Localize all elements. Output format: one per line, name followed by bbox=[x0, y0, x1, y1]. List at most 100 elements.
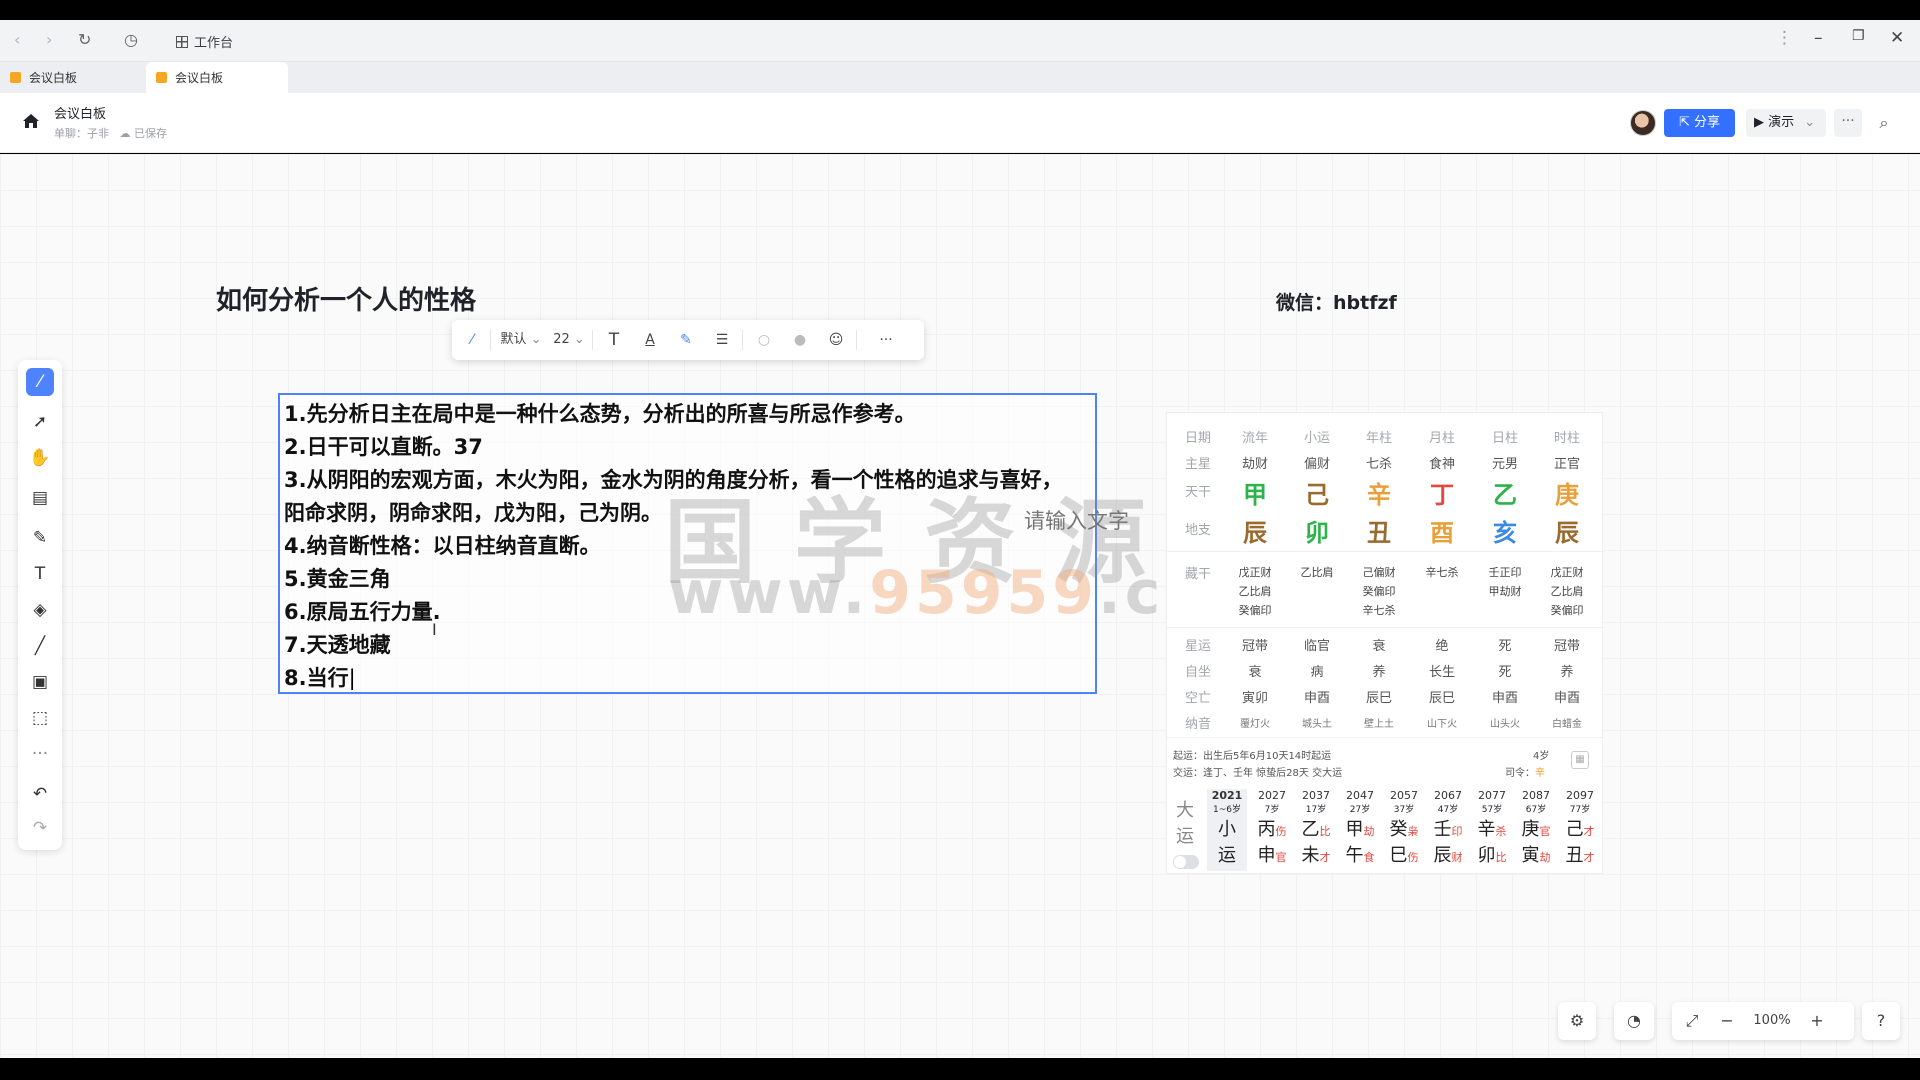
tab-whiteboard-2[interactable]: 会议白板 bbox=[146, 62, 288, 93]
settings-icon[interactable]: ⚙ bbox=[1558, 1002, 1596, 1040]
dayun-column[interactable]: 2097 77岁 己才 丑才 bbox=[1559, 789, 1601, 867]
menu-icon[interactable]: ⋮ bbox=[1776, 28, 1793, 48]
row-label: 空亡 bbox=[1184, 691, 1211, 706]
ai-magic-icon[interactable]: ⁄ bbox=[458, 328, 486, 352]
comment-icon[interactable]: ☺ bbox=[824, 328, 848, 352]
pen-tool-icon[interactable]: ✎ bbox=[26, 524, 54, 552]
line-tool-icon[interactable]: ╱ bbox=[26, 632, 54, 660]
dayun-column[interactable]: 2067 47岁 壬印 辰财 bbox=[1427, 789, 1469, 867]
frame-tool-icon[interactable]: ⬚ bbox=[26, 704, 54, 732]
text-line-content: 8.当行 bbox=[284, 666, 349, 690]
dayun-stem-god: 比 bbox=[1319, 825, 1331, 838]
text-line[interactable]: 1.先分析日主在局中是一种什么态势，分析出的所喜与所忌作参考。 bbox=[284, 398, 916, 428]
dayun-column[interactable]: 2027 7岁 丙伤 申官 bbox=[1251, 789, 1293, 867]
dayun-stem-god: 枭 bbox=[1407, 825, 1419, 838]
text-line[interactable]: 阳命求阴，阴命求阳，戊为阳，己为阴。 bbox=[284, 497, 662, 527]
avatar[interactable] bbox=[1630, 110, 1656, 136]
canvas-heading[interactable]: 如何分析一个人的性格 bbox=[216, 280, 476, 317]
highlight-icon[interactable]: ✎ bbox=[674, 328, 698, 352]
text-line[interactable]: 6.原局五行力量. bbox=[284, 596, 441, 626]
history-icon[interactable]: ◷ bbox=[124, 30, 138, 49]
hidden-stem: 乙比肩 bbox=[1550, 585, 1584, 598]
more-options-icon[interactable]: ··· bbox=[872, 328, 900, 352]
share-button[interactable]: ⇱ 分享 bbox=[1664, 109, 1735, 137]
dayun-column[interactable]: 2087 67岁 庚官 寅劫 bbox=[1515, 789, 1557, 867]
more-tools-icon[interactable]: ··· bbox=[26, 740, 54, 768]
hidden-stems: 戊正财 乙比肩 癸偏印 bbox=[1542, 563, 1592, 620]
home-icon[interactable] bbox=[22, 113, 40, 129]
stem-char: 己 bbox=[1305, 481, 1329, 509]
header-year: 年柱 bbox=[1365, 431, 1392, 446]
dayun-column[interactable]: 2057 37岁 癸枭 巳伤 bbox=[1383, 789, 1425, 867]
dayun-column[interactable]: 2077 57岁 辛杀 卯比 bbox=[1471, 789, 1513, 867]
chevron-down-icon: ⌄ bbox=[1804, 115, 1816, 130]
text-placeholder[interactable]: 请输入文字 bbox=[1024, 505, 1129, 535]
zoom-level[interactable]: 100% bbox=[1746, 1002, 1798, 1040]
font-family-select[interactable]: 默认 ⌄ bbox=[498, 328, 544, 352]
text-line[interactable]: 7.天透地藏 bbox=[284, 629, 391, 659]
hand-tool-icon[interactable]: ✋ bbox=[26, 444, 54, 472]
font-size-select[interactable]: 22 ⌄ bbox=[550, 328, 588, 352]
undo-icon[interactable]: ↶ bbox=[26, 780, 54, 808]
redo-icon[interactable]: ↷ bbox=[26, 814, 54, 842]
dayun-branch-row: 午食 bbox=[1339, 841, 1381, 867]
workspace-link[interactable]: 工作台 bbox=[176, 32, 233, 51]
help-icon[interactable]: ? bbox=[1862, 1002, 1900, 1040]
hide-comments-icon[interactable]: ◔ bbox=[1614, 1002, 1654, 1040]
refresh-icon[interactable]: ↻ bbox=[78, 30, 91, 49]
bottom-bar bbox=[0, 1058, 1920, 1080]
nayin: 山头火 bbox=[1490, 719, 1520, 730]
bazi-chart-image[interactable]: 日期 流年 小运 年柱 月柱 日柱 时柱 主星 劫财 偏财 七杀 食神 元男 正… bbox=[1166, 412, 1604, 874]
calendar-icon[interactable]: ▦ bbox=[1571, 751, 1589, 769]
forward-icon[interactable]: › bbox=[46, 30, 52, 49]
text-line[interactable]: 8.当行| bbox=[284, 662, 356, 692]
browser-chrome: ‹ › ↻ ◷ 工作台 ⋮ – ❐ ✕ bbox=[0, 20, 1920, 62]
text-line[interactable]: 4.纳音断性格：以日柱纳音直断。 bbox=[284, 530, 601, 560]
document-title[interactable]: 会议白板 bbox=[54, 103, 106, 122]
image-tool-icon[interactable]: ▣ bbox=[26, 668, 54, 696]
text-line[interactable]: 5.黄金三角 bbox=[284, 563, 391, 593]
main-star: 正官 bbox=[1553, 457, 1580, 472]
zoom-in-icon[interactable]: + bbox=[1806, 1002, 1828, 1040]
watermark-www: www. bbox=[668, 558, 870, 628]
select-tool-icon[interactable]: ➚ bbox=[26, 408, 54, 436]
tab-label: 会议白板 bbox=[29, 71, 78, 85]
xiaoyun-column[interactable]: 2021 1~6岁 小 运 bbox=[1207, 789, 1247, 871]
back-icon[interactable]: ‹ bbox=[14, 30, 20, 49]
kongwang: 申酉 bbox=[1553, 691, 1580, 706]
header-liunian: 流年 bbox=[1241, 431, 1268, 446]
dayun-year: 2047 bbox=[1346, 789, 1374, 802]
restore-button[interactable]: ❐ bbox=[1852, 28, 1865, 44]
minimize-button[interactable]: – bbox=[1814, 28, 1823, 48]
text-style-icon[interactable]: T bbox=[602, 328, 626, 352]
fill-color-icon[interactable]: ● bbox=[788, 328, 812, 352]
template-tool-icon[interactable]: ▤ bbox=[26, 484, 54, 512]
text-tool-icon[interactable]: T bbox=[26, 560, 54, 588]
align-icon[interactable]: ☰ bbox=[710, 328, 734, 352]
kongwang: 寅卯 bbox=[1241, 691, 1268, 706]
dayun-column[interactable]: 2047 27岁 甲劫 午食 bbox=[1339, 789, 1381, 867]
hidden-stems: 壬正印 甲劫财 bbox=[1480, 563, 1530, 601]
present-button[interactable]: ▶ 演示 ⌄ bbox=[1746, 109, 1826, 137]
hidden-stem: 乙比肩 bbox=[1300, 566, 1334, 579]
cloud-icon: ☁ bbox=[119, 127, 131, 140]
hidden-stem: 辛七杀 bbox=[1425, 566, 1459, 579]
dayun-column[interactable]: 2037 17岁 乙比 未才 bbox=[1295, 789, 1337, 867]
font-color-icon[interactable]: A bbox=[638, 328, 662, 352]
text-line[interactable]: 2.日干可以直断。37 bbox=[284, 431, 483, 461]
zoom-out-icon[interactable]: − bbox=[1716, 1002, 1738, 1040]
shape-tool-icon[interactable]: ◈ bbox=[26, 596, 54, 624]
more-button[interactable]: ··· bbox=[1834, 109, 1862, 137]
save-status: 已保存 bbox=[134, 127, 167, 140]
border-color-icon[interactable]: ○ bbox=[752, 328, 776, 352]
wechat-text[interactable]: 微信：hbtfzf bbox=[1276, 288, 1397, 315]
close-button[interactable]: ✕ bbox=[1890, 28, 1904, 48]
fit-screen-icon[interactable]: ⤢ bbox=[1680, 1002, 1704, 1040]
tab-whiteboard-1[interactable]: 会议白板 bbox=[0, 62, 140, 93]
xingyun: 衰 bbox=[1372, 639, 1386, 654]
present-label: 演示 bbox=[1768, 115, 1795, 130]
dayun-toggle[interactable] bbox=[1173, 855, 1199, 869]
search-icon[interactable]: ⌕ bbox=[1870, 109, 1898, 137]
main-star: 偏财 bbox=[1303, 457, 1330, 472]
ai-tool-icon[interactable]: ⁄ bbox=[26, 368, 54, 396]
